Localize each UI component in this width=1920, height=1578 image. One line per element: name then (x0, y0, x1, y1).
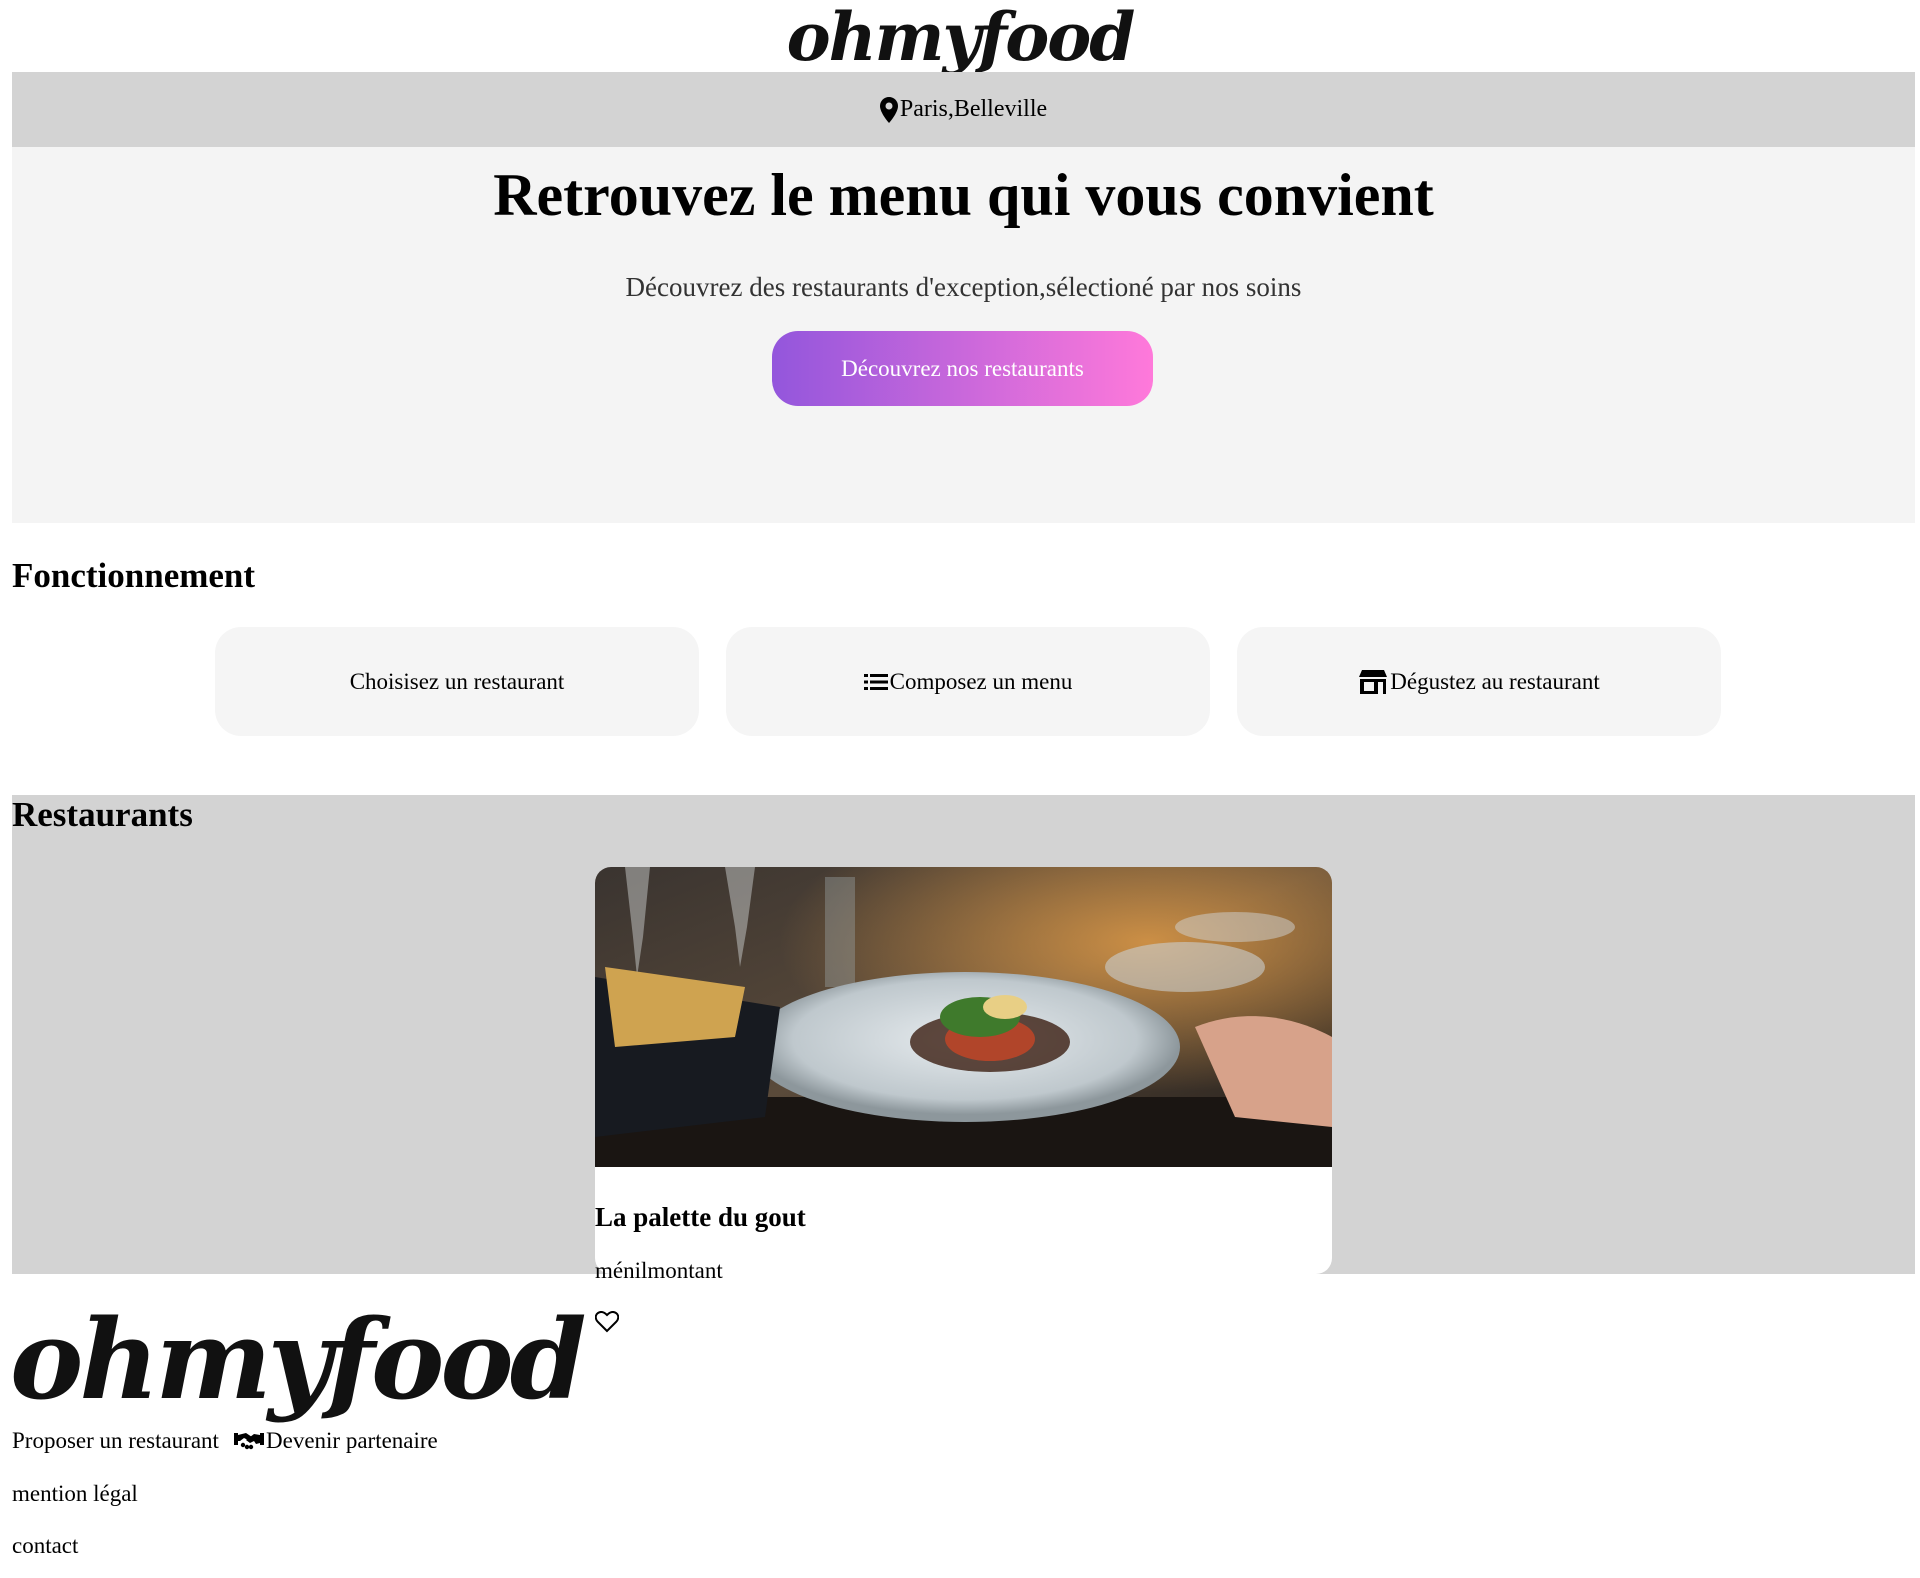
hero-title: Retrouvez le menu qui vous convient (493, 162, 1434, 228)
step-label: Composez un menu (889, 668, 1073, 694)
footer-logo[interactable]: ohmyfood (10, 1300, 587, 1420)
propose-restaurant-link[interactable]: Proposer un restaurant (12, 1428, 219, 1454)
location-pin-icon (879, 96, 898, 123)
location-text[interactable]: Paris,Belleville (900, 96, 1047, 123)
hero-section: Retrouvez le menu qui vous convient Déco… (12, 147, 1915, 523)
restaurant-area: ménilmontant (595, 1258, 723, 1283)
step-card-choose: Choisisez un restaurant (215, 627, 699, 736)
list-icon (863, 673, 888, 690)
handshake-icon (234, 1433, 264, 1450)
become-partner-link[interactable]: Devenir partenaire (234, 1428, 438, 1454)
step-label: Choisisez un restaurant (349, 668, 565, 694)
step-label: Dégustez au restaurant (1390, 668, 1600, 694)
page: ohmyfood Paris,Belleville Retrouvez le m… (0, 0, 1920, 1578)
restaurant-name[interactable]: La palette du gout (595, 1202, 806, 1232)
legal-mention-link[interactable]: mention légal (12, 1481, 138, 1507)
restaurant-card[interactable]: La palette du gout (595, 867, 1332, 1274)
step-card-compose: Composez un menu (726, 627, 1210, 736)
restaurants-section: Restaurants La palette du gout (12, 795, 1915, 1274)
how-it-works-title: Fonctionnement (12, 556, 256, 595)
restaurants-title: Restaurants (12, 795, 193, 834)
location-bar: Paris,Belleville (12, 72, 1915, 147)
contact-link[interactable]: contact (12, 1533, 78, 1559)
site-header: ohmyfood (0, 0, 1920, 72)
store-icon (1359, 669, 1388, 694)
hero-subtitle: Découvrez des restaurants d'exception,sé… (625, 272, 1302, 302)
partner-label: Devenir partenaire (266, 1428, 438, 1453)
discover-restaurants-button[interactable]: Découvrez nos restaurants (772, 331, 1153, 406)
step-card-enjoy: Dégustez au restaurant (1237, 627, 1721, 736)
site-logo[interactable]: ohmyfood (0, 2, 1920, 72)
restaurant-photo (595, 867, 1332, 1167)
heart-outline-icon[interactable] (595, 1311, 619, 1333)
